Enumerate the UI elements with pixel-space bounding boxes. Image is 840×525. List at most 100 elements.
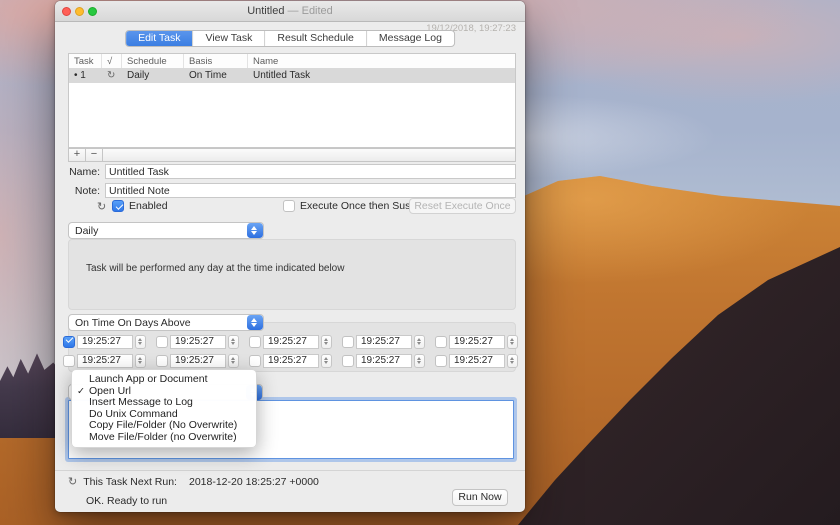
menu-item-move-file[interactable]: Move File/Folder (no Overwrite) <box>72 432 256 444</box>
time-checkbox[interactable] <box>156 336 168 348</box>
time-row-1 <box>63 334 518 349</box>
time-row-2 <box>63 353 518 368</box>
time-checkbox[interactable] <box>156 355 168 367</box>
time-checkbox[interactable] <box>435 336 447 348</box>
time-checkbox[interactable] <box>342 355 354 367</box>
time-checkbox[interactable] <box>249 355 261 367</box>
time-cell-4 <box>342 334 425 349</box>
time-checkbox[interactable] <box>342 336 354 348</box>
basis-popup[interactable]: On Time On Days Above <box>68 314 264 331</box>
frequency-popup-value: Daily <box>69 225 247 237</box>
time-checkbox[interactable] <box>63 336 75 348</box>
note-field-row: Note: <box>68 183 516 198</box>
tab-bar: Edit Task View Task Result Schedule Mess… <box>125 30 455 47</box>
time-cell-5 <box>435 334 518 349</box>
time-input[interactable] <box>356 335 412 349</box>
cell-task-number: • 1 <box>69 69 102 83</box>
menu-item-label: Move File/Folder (no Overwrite) <box>89 431 237 443</box>
time-stepper[interactable] <box>507 335 518 349</box>
enabled-label: Enabled <box>129 200 168 212</box>
time-stepper[interactable] <box>414 335 425 349</box>
time-cell-7 <box>156 353 239 368</box>
time-input[interactable] <box>356 354 412 368</box>
menu-item-label: Insert Message to Log <box>89 396 193 408</box>
menu-item-label: Launch App or Document <box>89 373 208 385</box>
time-stepper[interactable] <box>228 354 239 368</box>
time-input[interactable] <box>263 354 319 368</box>
time-input[interactable] <box>170 335 226 349</box>
time-stepper[interactable] <box>135 354 146 368</box>
tab-edit-task[interactable]: Edit Task <box>126 31 193 46</box>
name-input[interactable] <box>105 164 516 179</box>
desktop-wallpaper: Untitled — Edited 19/12/2018, 19:27:23 E… <box>0 0 840 525</box>
time-checkbox[interactable] <box>63 355 75 367</box>
time-checkbox[interactable] <box>249 336 261 348</box>
frequency-popup[interactable]: Daily <box>68 222 264 239</box>
run-now-button[interactable]: Run Now <box>452 489 508 506</box>
tab-view-task[interactable]: View Task <box>194 31 266 46</box>
titlebar[interactable]: Untitled — Edited <box>55 1 525 22</box>
column-header-basis[interactable]: Basis <box>184 54 248 68</box>
refresh-icon: ↻ <box>68 475 77 488</box>
refresh-icon: ↻ <box>102 69 122 83</box>
next-run-value: 2018-12-20 18:25:27 +0000 <box>189 476 319 488</box>
time-cell-9 <box>342 353 425 368</box>
time-stepper[interactable] <box>228 335 239 349</box>
column-header-check[interactable]: √ <box>102 54 122 68</box>
remove-task-button[interactable]: − <box>86 149 103 161</box>
window-title: Untitled — Edited <box>55 5 525 17</box>
app-window: Untitled — Edited 19/12/2018, 19:27:23 E… <box>55 1 525 512</box>
execute-once-checkbox[interactable] <box>283 200 295 212</box>
reset-execute-once-button[interactable]: Reset Execute Once <box>409 198 516 214</box>
menu-item-label: Open Url <box>89 385 131 397</box>
time-input[interactable] <box>77 335 133 349</box>
table-row[interactable]: • 1 ↻ Daily On Time Untitled Task <box>69 69 515 83</box>
name-field-row: Name: <box>68 164 516 179</box>
table-header: Task √ Schedule Basis Name <box>69 54 515 69</box>
menu-item-label: Do Unix Command <box>89 408 178 420</box>
status-text: OK. Ready to run <box>86 495 167 507</box>
note-input[interactable] <box>105 183 516 198</box>
task-table: Task √ Schedule Basis Name • 1 ↻ Daily O… <box>68 53 516 148</box>
time-cell-1 <box>63 334 146 349</box>
column-header-name[interactable]: Name <box>248 54 515 68</box>
edited-indicator: — Edited <box>288 5 333 17</box>
checkmark-icon: ✓ <box>77 386 85 398</box>
name-label: Name: <box>68 166 105 178</box>
time-checkbox[interactable] <box>435 355 447 367</box>
action-dropdown-menu: Launch App or Document ✓ Open Url Insert… <box>71 369 257 448</box>
time-cell-8 <box>249 353 332 368</box>
time-stepper[interactable] <box>414 354 425 368</box>
time-input[interactable] <box>449 354 505 368</box>
column-header-schedule[interactable]: Schedule <box>122 54 184 68</box>
cell-name: Untitled Task <box>248 69 515 83</box>
time-stepper[interactable] <box>135 335 146 349</box>
next-run-label: This Task Next Run: <box>83 476 177 488</box>
schedule-description-panel: Task will be performed any day at the ti… <box>68 239 516 310</box>
time-stepper[interactable] <box>321 335 332 349</box>
footer-divider <box>55 470 525 471</box>
add-task-button[interactable]: + <box>69 149 86 161</box>
document-title: Untitled <box>247 5 284 17</box>
cell-schedule: Daily <box>122 69 184 83</box>
popup-stepper-icon <box>247 223 263 238</box>
tab-result-schedule[interactable]: Result Schedule <box>265 31 366 46</box>
time-cell-10 <box>435 353 518 368</box>
time-input[interactable] <box>263 335 319 349</box>
time-cell-3 <box>249 334 332 349</box>
column-header-task[interactable]: Task <box>69 54 102 68</box>
cell-basis: On Time <box>184 69 248 83</box>
schedule-description: Task will be performed any day at the ti… <box>86 263 344 274</box>
note-label: Note: <box>68 185 105 197</box>
time-input[interactable] <box>77 354 133 368</box>
time-input[interactable] <box>449 335 505 349</box>
time-cell-2 <box>156 334 239 349</box>
tab-message-log[interactable]: Message Log <box>367 31 454 46</box>
enabled-checkbox[interactable] <box>112 200 124 212</box>
time-stepper[interactable] <box>321 354 332 368</box>
time-input[interactable] <box>170 354 226 368</box>
options-row: ↻ Enabled Execute Once then Suspend Rese… <box>68 199 516 215</box>
time-cell-6 <box>63 353 146 368</box>
next-run-row: ↻ This Task Next Run: 2018-12-20 18:25:2… <box>68 475 319 488</box>
time-stepper[interactable] <box>507 354 518 368</box>
